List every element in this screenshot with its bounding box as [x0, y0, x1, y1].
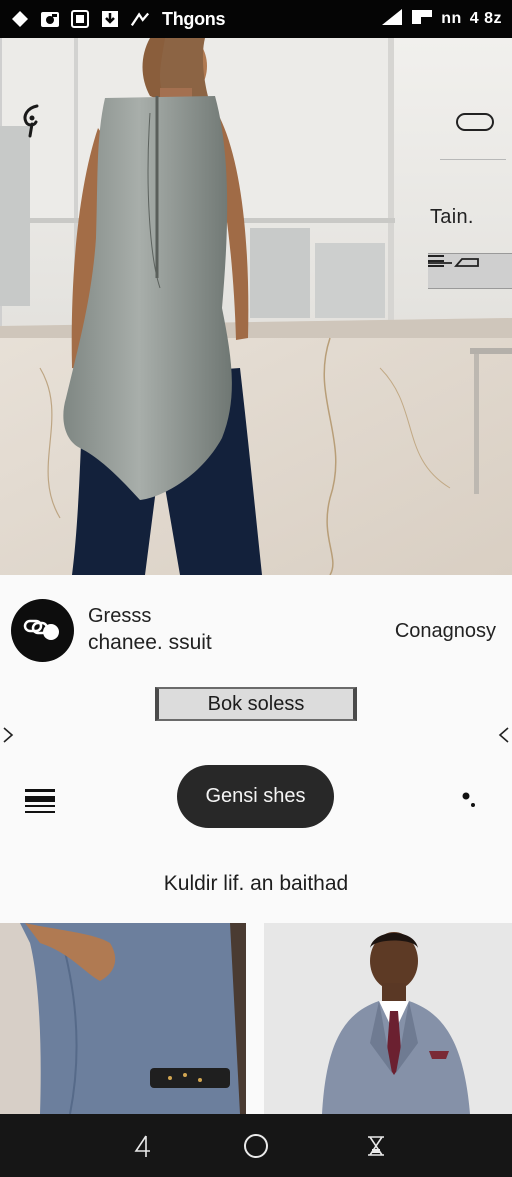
status-bar: Thgons nn 4 8z: [0, 0, 512, 38]
chevron-left-icon[interactable]: [2, 726, 14, 744]
profile-name: Gresss: [88, 605, 152, 627]
chevron-right-icon[interactable]: [498, 726, 510, 744]
back-icon[interactable]: [124, 1128, 160, 1164]
profile-row: Gresss chanee. ssuit Conagnosy: [0, 575, 512, 685]
product-card[interactable]: [264, 923, 512, 1114]
genre-button[interactable]: Gensi shes: [177, 765, 334, 828]
download-icon: [100, 9, 120, 29]
status-right: nn 4 8z: [381, 8, 502, 31]
battery-icon: [411, 8, 433, 31]
status-time: 4 8z: [469, 10, 502, 27]
book-button[interactable]: Bok soless: [155, 687, 357, 721]
recents-icon[interactable]: [358, 1128, 394, 1164]
product-card[interactable]: [0, 923, 246, 1114]
menu-icon[interactable]: [25, 788, 55, 814]
status-carrier: nn: [441, 10, 462, 27]
more-dots-icon[interactable]: [460, 790, 480, 810]
camera-icon: [40, 9, 60, 29]
link-icon: [23, 619, 59, 640]
product-image-skirt: [0, 923, 246, 1114]
home-icon[interactable]: [238, 1128, 274, 1164]
hero-image[interactable]: Tain.: [0, 38, 512, 575]
hero-label: Tain.: [430, 206, 474, 228]
signal-icon: [381, 8, 403, 31]
gallery-icon: [70, 9, 90, 29]
nav-bar: [0, 1114, 512, 1177]
wave-icon: [130, 9, 150, 29]
diamond-icon: [10, 9, 30, 29]
profile-subtitle: chanee. ssuit: [88, 631, 212, 654]
section-title: Kuldir lif. an baithad: [163, 872, 349, 895]
product-image-suit: [264, 923, 512, 1114]
profile-link[interactable]: Conagnosy: [395, 620, 496, 643]
avatar[interactable]: [11, 599, 74, 662]
hero-illustration: [0, 38, 512, 575]
status-left: Thgons: [10, 9, 225, 30]
hero-toolbar[interactable]: [428, 253, 512, 289]
brand-logo-icon[interactable]: [18, 102, 46, 142]
pill-icon[interactable]: [456, 113, 494, 131]
hero-divider: [440, 159, 506, 160]
status-app-name: Thgons: [162, 8, 226, 29]
